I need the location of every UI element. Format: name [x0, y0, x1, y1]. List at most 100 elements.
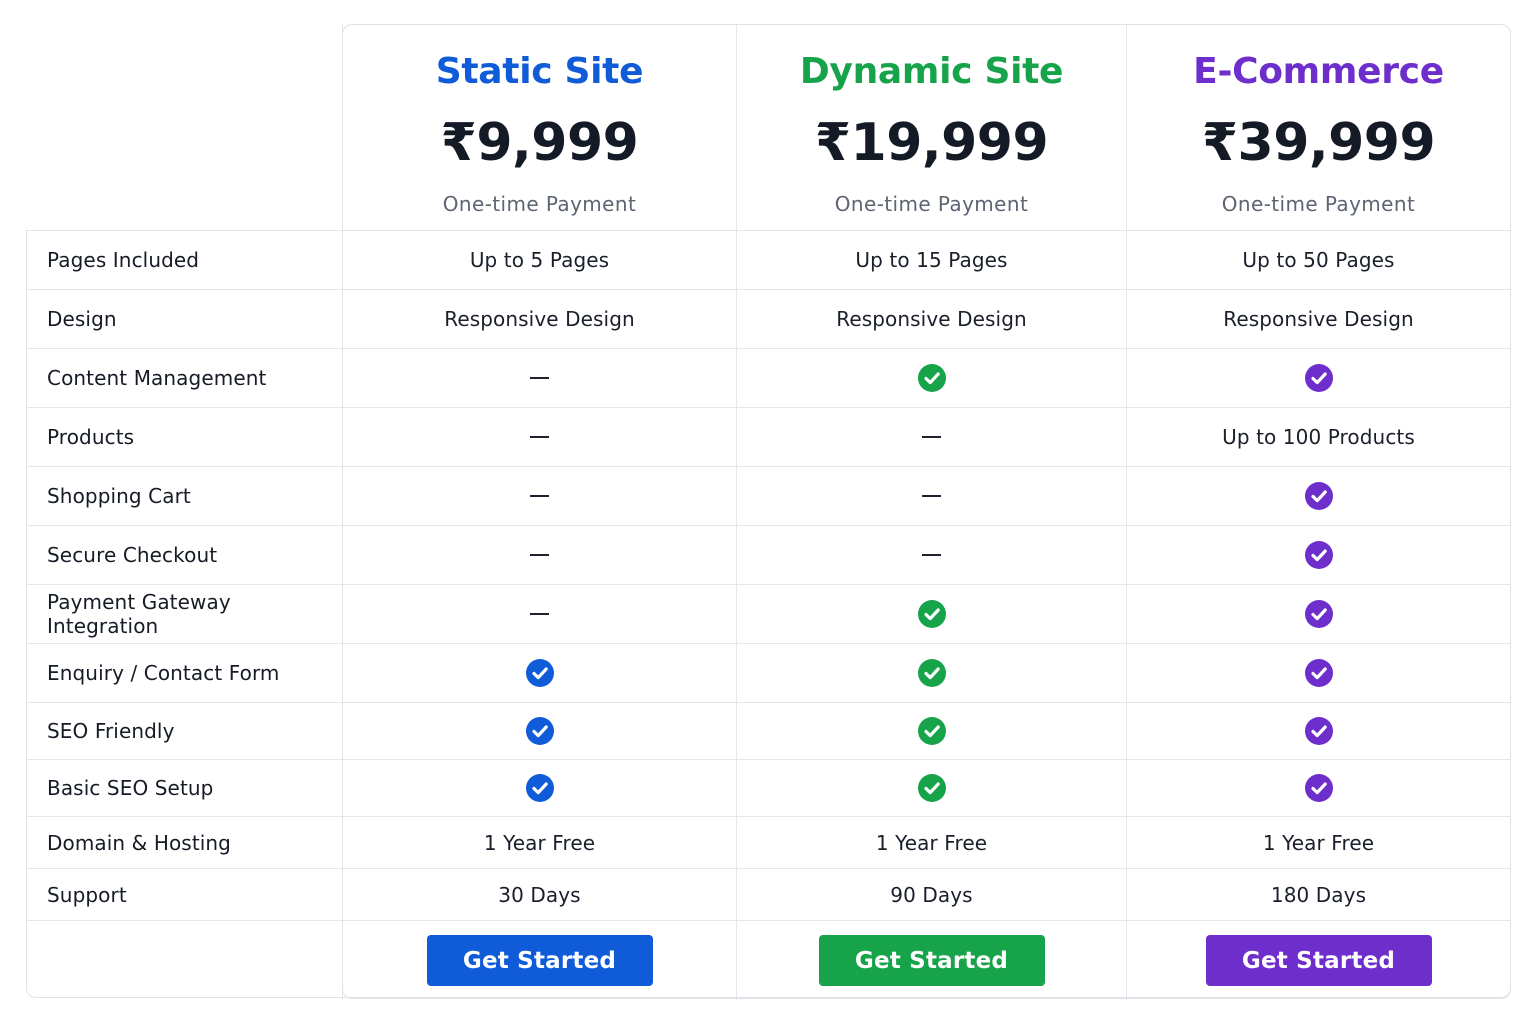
- check-circle-icon: [525, 659, 554, 687]
- not-included-dash-icon: [530, 495, 549, 497]
- feature-value-pages-included-static-site: Up to 5 Pages: [342, 230, 736, 289]
- plan-payment-note: One-time Payment: [442, 192, 637, 216]
- feature-value-products-dynamic-site: [736, 407, 1126, 466]
- feature-value-domain-hosting-dynamic-site: 1 Year Free: [736, 816, 1126, 868]
- feature-label-enquiry-contact-form: Enquiry / Contact Form: [26, 643, 342, 702]
- plan-header-static-site: Static Site ₹9,999 One-time Payment: [342, 24, 736, 230]
- check-circle-icon: [1304, 717, 1333, 745]
- check-circle-icon: [1304, 659, 1333, 687]
- check-circle-icon: [1304, 541, 1333, 569]
- not-included-dash-icon: [530, 613, 549, 615]
- check-circle-icon: [1304, 600, 1333, 628]
- plan-name: Static Site: [435, 51, 644, 92]
- feature-value-text: Up to 5 Pages: [469, 248, 610, 272]
- feature-value-design-dynamic-site: Responsive Design: [736, 289, 1126, 348]
- plan-name: Dynamic Site: [799, 51, 1064, 92]
- feature-value-design-static-site: Responsive Design: [342, 289, 736, 348]
- feature-value-text: Responsive Design: [444, 307, 635, 331]
- feature-value-enquiry-contact-form-dynamic-site: [736, 643, 1126, 702]
- button-cell-e-commerce: Get Started: [1126, 920, 1510, 1000]
- plan-price: ₹9,999: [440, 113, 639, 173]
- button-row-blank-cell: [26, 920, 342, 1000]
- feature-value-text: Up to 100 Products: [1222, 425, 1415, 449]
- plan-payment-note: One-time Payment: [1221, 192, 1416, 216]
- not-included-dash-icon: [922, 554, 941, 556]
- check-circle-icon: [1304, 482, 1333, 510]
- feature-value-products-static-site: [342, 407, 736, 466]
- feature-label-payment-gateway-integration: Payment Gateway Integration: [26, 584, 342, 643]
- feature-value-basic-seo-setup-dynamic-site: [736, 759, 1126, 816]
- feature-value-secure-checkout-static-site: [342, 525, 736, 584]
- feature-label-pages-included: Pages Included: [26, 230, 342, 289]
- feature-value-text: Responsive Design: [836, 307, 1027, 331]
- plan-price: ₹39,999: [1201, 113, 1436, 173]
- pricing-table: Static Site ₹9,999 One-time Payment Dynamic…: [26, 24, 1510, 1000]
- feature-value-enquiry-contact-form-e-commerce: [1126, 643, 1510, 702]
- not-included-dash-icon: [530, 377, 549, 379]
- plan-price: ₹19,999: [814, 113, 1049, 173]
- feature-value-basic-seo-setup-e-commerce: [1126, 759, 1510, 816]
- feature-value-text: Up to 50 Pages: [1242, 248, 1395, 272]
- not-included-dash-icon: [922, 436, 941, 438]
- feature-value-support-static-site: 30 Days: [342, 868, 736, 920]
- not-included-dash-icon: [530, 554, 549, 556]
- feature-value-shopping-cart-e-commerce: [1126, 466, 1510, 525]
- button-cell-dynamic-site: Get Started: [736, 920, 1126, 1000]
- feature-value-support-e-commerce: 180 Days: [1126, 868, 1510, 920]
- feature-label-shopping-cart: Shopping Cart: [26, 466, 342, 525]
- feature-label-basic-seo-setup: Basic SEO Setup: [26, 759, 342, 816]
- feature-value-text: Up to 15 Pages: [855, 248, 1008, 272]
- feature-value-pages-included-e-commerce: Up to 50 Pages: [1126, 230, 1510, 289]
- feature-label-seo-friendly: SEO Friendly: [26, 702, 342, 759]
- plan-header-dynamic-site: Dynamic Site ₹19,999 One-time Payment: [736, 24, 1126, 230]
- feature-value-secure-checkout-dynamic-site: [736, 525, 1126, 584]
- feature-value-pages-included-dynamic-site: Up to 15 Pages: [736, 230, 1126, 289]
- get-started-button-static-site[interactable]: Get Started: [426, 935, 653, 986]
- feature-value-content-management-dynamic-site: [736, 348, 1126, 407]
- feature-value-content-management-e-commerce: [1126, 348, 1510, 407]
- feature-value-text: 1 Year Free: [483, 830, 596, 855]
- feature-value-text: 30 Days: [498, 882, 581, 907]
- check-circle-icon: [525, 717, 554, 745]
- feature-label-design: Design: [26, 289, 342, 348]
- check-circle-icon: [917, 774, 946, 802]
- plan-header-e-commerce: E-Commerce ₹39,999 One-time Payment: [1126, 24, 1510, 230]
- plan-payment-note: One-time Payment: [834, 192, 1029, 216]
- check-circle-icon: [917, 600, 946, 628]
- feature-value-enquiry-contact-form-static-site: [342, 643, 736, 702]
- feature-value-text: 1 Year Free: [1262, 830, 1375, 855]
- button-cell-static-site: Get Started: [342, 920, 736, 1000]
- feature-value-domain-hosting-static-site: 1 Year Free: [342, 816, 736, 868]
- feature-value-shopping-cart-static-site: [342, 466, 736, 525]
- check-circle-icon: [917, 659, 946, 687]
- check-circle-icon: [1304, 774, 1333, 802]
- feature-value-text: 180 Days: [1270, 882, 1367, 907]
- feature-value-seo-friendly-e-commerce: [1126, 702, 1510, 759]
- feature-value-content-management-static-site: [342, 348, 736, 407]
- get-started-button-e-commerce[interactable]: Get Started: [1205, 935, 1432, 986]
- not-included-dash-icon: [922, 495, 941, 497]
- plan-name: E-Commerce: [1193, 51, 1444, 92]
- check-circle-icon: [917, 717, 946, 745]
- feature-value-seo-friendly-dynamic-site: [736, 702, 1126, 759]
- check-circle-icon: [1304, 364, 1333, 392]
- feature-label-domain-hosting: Domain & Hosting: [26, 816, 342, 868]
- feature-label-content-management: Content Management: [26, 348, 342, 407]
- feature-value-seo-friendly-static-site: [342, 702, 736, 759]
- feature-value-domain-hosting-e-commerce: 1 Year Free: [1126, 816, 1510, 868]
- feature-value-design-e-commerce: Responsive Design: [1126, 289, 1510, 348]
- header-blank-cell: [26, 24, 342, 230]
- not-included-dash-icon: [530, 436, 549, 438]
- feature-value-shopping-cart-dynamic-site: [736, 466, 1126, 525]
- feature-label-secure-checkout: Secure Checkout: [26, 525, 342, 584]
- feature-label-products: Products: [26, 407, 342, 466]
- feature-value-secure-checkout-e-commerce: [1126, 525, 1510, 584]
- feature-label-support: Support: [26, 868, 342, 920]
- feature-value-payment-gateway-integration-e-commerce: [1126, 584, 1510, 643]
- check-circle-icon: [525, 774, 554, 802]
- feature-value-payment-gateway-integration-static-site: [342, 584, 736, 643]
- feature-value-text: 90 Days: [890, 882, 973, 907]
- feature-value-text: Responsive Design: [1223, 307, 1414, 331]
- get-started-button-dynamic-site[interactable]: Get Started: [818, 935, 1045, 986]
- feature-value-text: 1 Year Free: [875, 830, 988, 855]
